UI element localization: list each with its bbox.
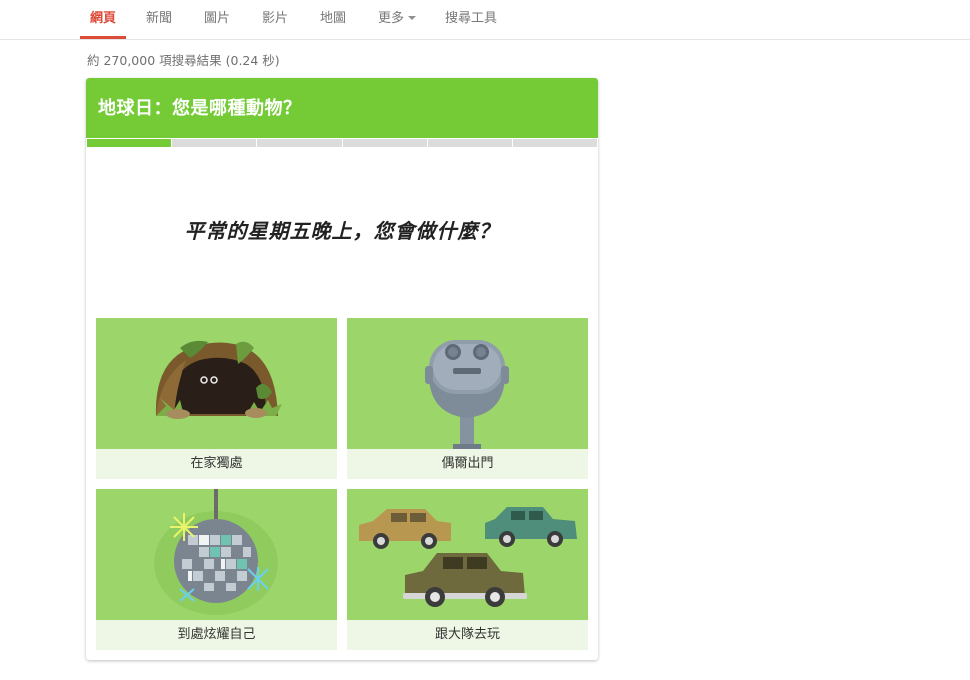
cars-icon bbox=[359, 507, 577, 607]
progress-segment bbox=[342, 139, 427, 147]
disco-ball-icon bbox=[154, 489, 278, 615]
tab-maps-label: 地圖 bbox=[320, 11, 347, 26]
option-image bbox=[96, 489, 337, 620]
progress-segment bbox=[87, 139, 172, 147]
tab-search-tools[interactable]: 搜尋工具 bbox=[443, 0, 499, 39]
tab-more-label: 更多 bbox=[378, 11, 405, 26]
answer-option-go-out-sometimes[interactable]: 偶爾出門 bbox=[347, 318, 588, 479]
tab-web[interactable]: 網頁 bbox=[79, 0, 127, 39]
option-label: 跟大隊去玩 bbox=[347, 620, 588, 650]
tab-search-tools-label: 搜尋工具 bbox=[445, 11, 498, 26]
quiz-question: 平常的星期五晚上，您會做什麼？ bbox=[184, 219, 500, 243]
tab-maps[interactable]: 地圖 bbox=[318, 0, 348, 39]
option-label: 偶爾出門 bbox=[347, 449, 588, 479]
tab-more[interactable]: 更多 bbox=[376, 0, 418, 39]
option-image bbox=[347, 318, 588, 449]
option-image bbox=[347, 489, 588, 620]
tab-images[interactable]: 圖片 bbox=[202, 0, 232, 39]
quiz-progress-bar bbox=[87, 139, 598, 147]
progress-segment bbox=[512, 139, 598, 147]
quiz-card: 地球日：您是哪種動物？ 平常的星期五晚上，您會做什麼？ 在家獨處 偶爾出門 到處… bbox=[86, 78, 598, 660]
tab-news[interactable]: 新聞 bbox=[144, 0, 174, 39]
answer-option-go-with-group[interactable]: 跟大隊去玩 bbox=[347, 489, 588, 650]
progress-segment bbox=[427, 139, 512, 147]
cave-icon bbox=[155, 340, 282, 419]
option-label: 到處炫耀自己 bbox=[96, 620, 337, 650]
answer-option-stay-home[interactable]: 在家獨處 bbox=[96, 318, 337, 479]
tab-videos-label: 影片 bbox=[262, 11, 289, 26]
progress-segment bbox=[172, 139, 257, 147]
option-image bbox=[96, 318, 337, 449]
tab-images-label: 圖片 bbox=[204, 11, 231, 26]
tab-web-label: 網頁 bbox=[90, 11, 117, 26]
progress-segment bbox=[257, 139, 342, 147]
caret-down-icon bbox=[408, 15, 417, 20]
result-stats: 約 270,000 項搜尋結果 (0.24 秒) bbox=[87, 53, 280, 68]
quiz-title: 地球日：您是哪種動物？ bbox=[98, 98, 302, 119]
binocular-viewer-icon bbox=[425, 340, 509, 449]
search-tabs-bar: 網頁 新聞 圖片 影片 地圖 更多 搜尋工具 bbox=[0, 0, 970, 40]
answer-option-show-off[interactable]: 到處炫耀自己 bbox=[96, 489, 337, 650]
tab-videos[interactable]: 影片 bbox=[260, 0, 290, 39]
option-label: 在家獨處 bbox=[96, 449, 337, 479]
tab-news-label: 新聞 bbox=[146, 11, 173, 26]
